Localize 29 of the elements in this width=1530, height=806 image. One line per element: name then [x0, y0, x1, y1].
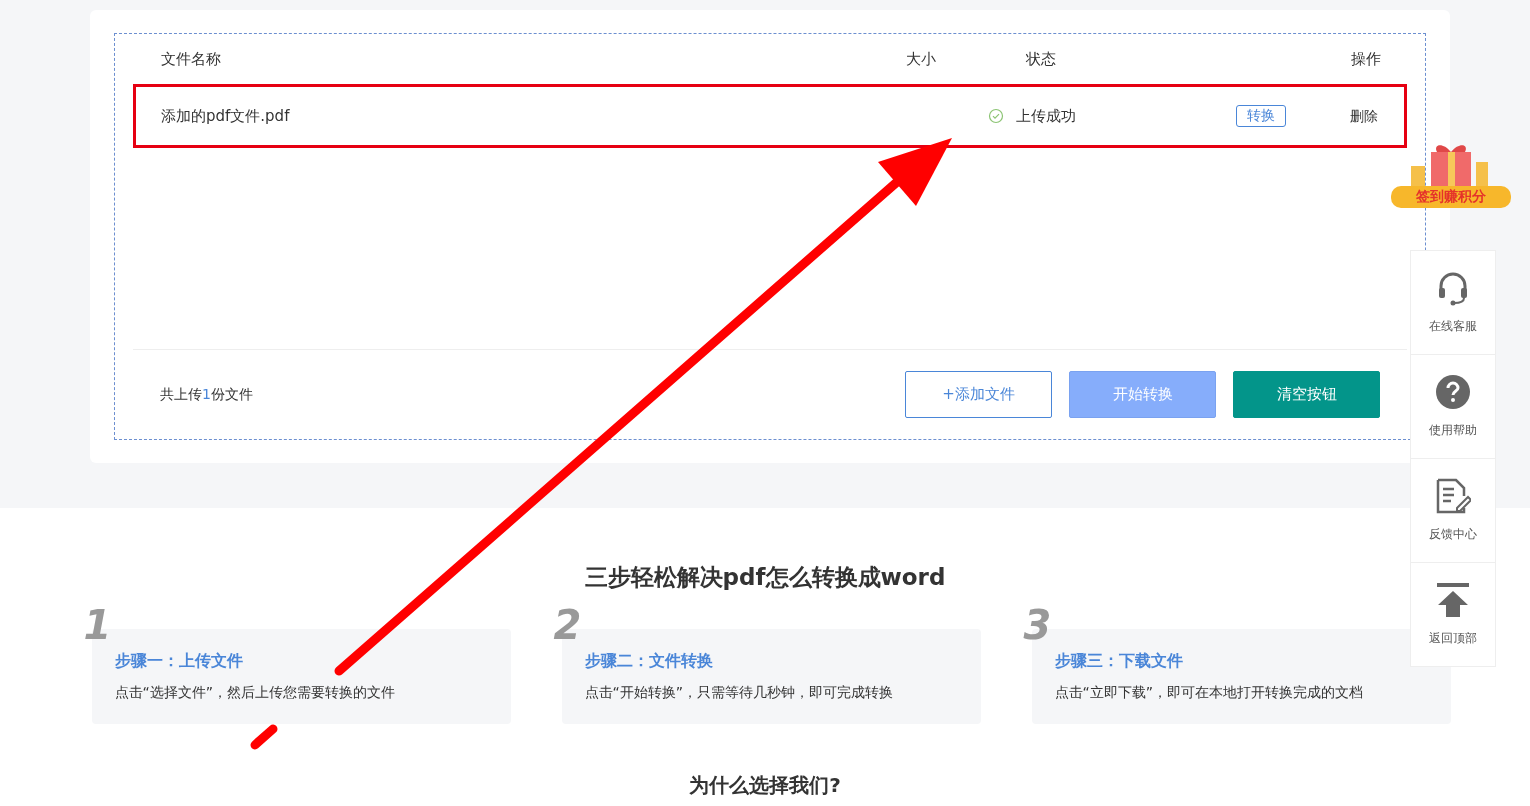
section-title: 为什么选择我们?: [689, 772, 841, 799]
column-header: 状态: [1026, 49, 1057, 69]
side-menu-item[interactable]: 使用帮助: [1411, 355, 1495, 459]
step-number: 1: [83, 605, 112, 645]
column-header: 大小: [906, 49, 937, 69]
step-number: 2: [553, 605, 582, 645]
status-text: 上传成功: [1016, 106, 1076, 126]
step-text: 点击“开始转换”，只需等待几秒钟，即可完成转换: [584, 684, 894, 702]
side-menu-item[interactable]: 反馈中心: [1411, 459, 1495, 563]
back-to-top-icon: [1435, 582, 1471, 618]
step-title: 步骤一：上传文件: [114, 651, 244, 672]
step-text: 点击“立即下载”，即可在本地打开转换完成的文档: [1054, 684, 1364, 702]
delete-link[interactable]: 删除: [1350, 107, 1378, 124]
step-number: 3: [1023, 605, 1052, 645]
column-header: 文件名称: [161, 49, 222, 69]
step-text: 点击“选择文件”，然后上传您需要转换的文件: [114, 684, 396, 702]
step-title: 步骤三：下载文件: [1054, 651, 1184, 672]
document-edit-icon: [1435, 478, 1471, 514]
action-button[interactable]: 清空按钮: [1233, 371, 1380, 418]
column-header: 操作: [1351, 49, 1381, 69]
side-menu-item[interactable]: 在线客服: [1411, 251, 1495, 355]
step-title: 步骤二：文件转换: [584, 651, 714, 672]
section-title: 三步轻松解决pdf怎么转换成word: [584, 563, 946, 592]
convert-button[interactable]: 转换: [1236, 105, 1286, 127]
upload-count: 共上传1份文件: [160, 385, 253, 404]
help-icon: [1435, 374, 1471, 410]
action-button[interactable]: +添加文件: [905, 371, 1052, 418]
file-name: 添加的pdf文件.pdf: [161, 106, 291, 126]
side-menu-item[interactable]: 返回顶部: [1411, 563, 1495, 666]
